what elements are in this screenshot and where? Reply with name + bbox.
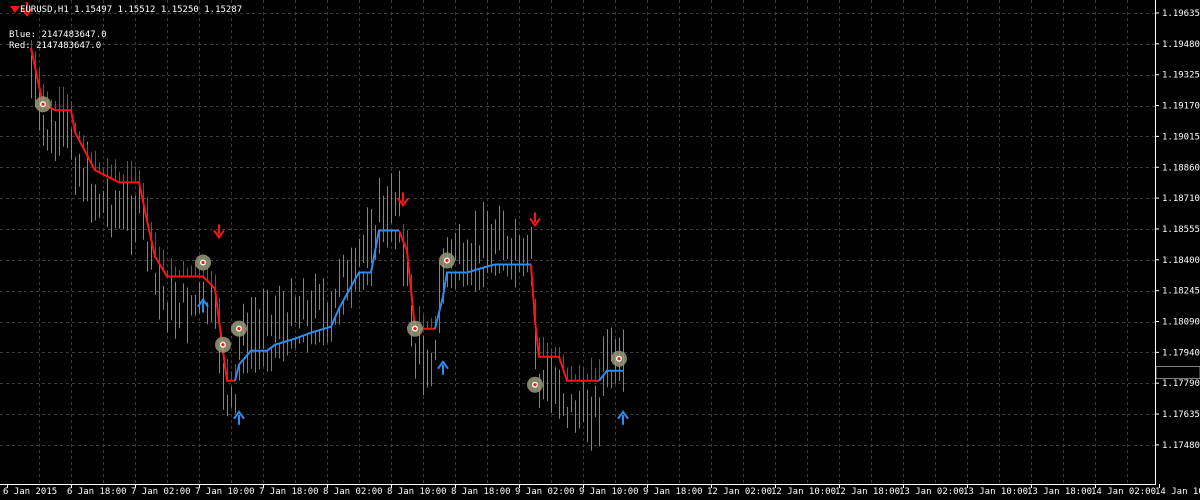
time-tick-label: 12 Jan 02:00 bbox=[707, 487, 772, 497]
time-tick-label: 14 Jan 02:00 bbox=[1091, 487, 1156, 497]
price-tick-label: 1.17480 bbox=[1162, 441, 1200, 451]
trade-marker-icon bbox=[611, 350, 627, 367]
time-tick-label: 6 Jan 2015 bbox=[3, 487, 57, 497]
price-tick-label: 1.17790 bbox=[1162, 379, 1200, 389]
current-price-tag bbox=[1155, 366, 1200, 379]
price-tick-label: 1.18245 bbox=[1162, 287, 1200, 297]
time-tick-label: 8 Jan 18:00 bbox=[451, 487, 511, 497]
time-tick-label: 12 Jan 18:00 bbox=[835, 487, 900, 497]
price-chart[interactable]: 1.19635 1.19480 1.19325 1.19170 1.19015 1.188… bbox=[0, 0, 1200, 500]
price-axis: 1.19635 1.19480 1.19325 1.19170 1.19015 1.188… bbox=[1155, 9, 1200, 451]
time-tick-label: 13 Jan 18:00 bbox=[1027, 487, 1092, 497]
time-tick-label: 13 Jan 02:00 bbox=[899, 487, 964, 497]
time-tick-label: 9 Jan 02:00 bbox=[515, 487, 575, 497]
time-tick-label: 6 Jan 18:00 bbox=[67, 487, 127, 497]
time-tick-label: 13 Jan 10:00 bbox=[963, 487, 1028, 497]
trade-marker-icon bbox=[35, 96, 51, 113]
symbol-info: EURUSD,H1 1.15497 1.15512 1.15250 1.1528… bbox=[20, 5, 243, 15]
time-tick-label: 14 Jan 10:00 bbox=[1155, 487, 1200, 497]
trade-marker-icon bbox=[439, 252, 455, 269]
red-indicator-value: Red: 2147483647.0 bbox=[9, 41, 102, 51]
price-tick-label: 1.19015 bbox=[1162, 132, 1200, 142]
time-tick-label: 8 Jan 10:00 bbox=[387, 487, 447, 497]
time-tick-label: 12 Jan 10:00 bbox=[771, 487, 836, 497]
trade-marker-icon bbox=[215, 336, 231, 353]
price-tick-label: 1.18710 bbox=[1162, 194, 1200, 204]
price-tick-label: 1.19635 bbox=[1162, 9, 1200, 19]
blue-indicator-value: Blue: 2147483647.0 bbox=[9, 30, 107, 40]
trade-marker-icon bbox=[231, 320, 247, 337]
time-tick-label: 7 Jan 18:00 bbox=[259, 487, 319, 497]
time-tick-label: 9 Jan 10:00 bbox=[579, 487, 639, 497]
trade-marker-icon bbox=[195, 254, 211, 271]
trade-marker-icon bbox=[407, 320, 423, 337]
time-tick-label: 7 Jan 02:00 bbox=[131, 487, 191, 497]
price-tick-label: 1.18555 bbox=[1162, 225, 1200, 235]
price-tick-label: 1.19170 bbox=[1162, 102, 1200, 112]
price-tick-label: 1.18860 bbox=[1162, 163, 1200, 173]
trade-marker-icon bbox=[527, 376, 543, 393]
price-tick-label: 1.19480 bbox=[1162, 40, 1200, 50]
price-tick-label: 1.18090 bbox=[1162, 318, 1200, 328]
price-tick-label: 1.17635 bbox=[1162, 410, 1200, 420]
time-tick-label: 7 Jan 10:00 bbox=[195, 487, 255, 497]
price-tick-label: 1.18400 bbox=[1162, 256, 1200, 266]
price-tick-label: 1.17940 bbox=[1162, 348, 1200, 358]
time-tick-label: 9 Jan 18:00 bbox=[643, 487, 703, 497]
time-tick-label: 8 Jan 02:00 bbox=[323, 487, 383, 497]
price-tick-label: 1.19325 bbox=[1162, 71, 1200, 81]
